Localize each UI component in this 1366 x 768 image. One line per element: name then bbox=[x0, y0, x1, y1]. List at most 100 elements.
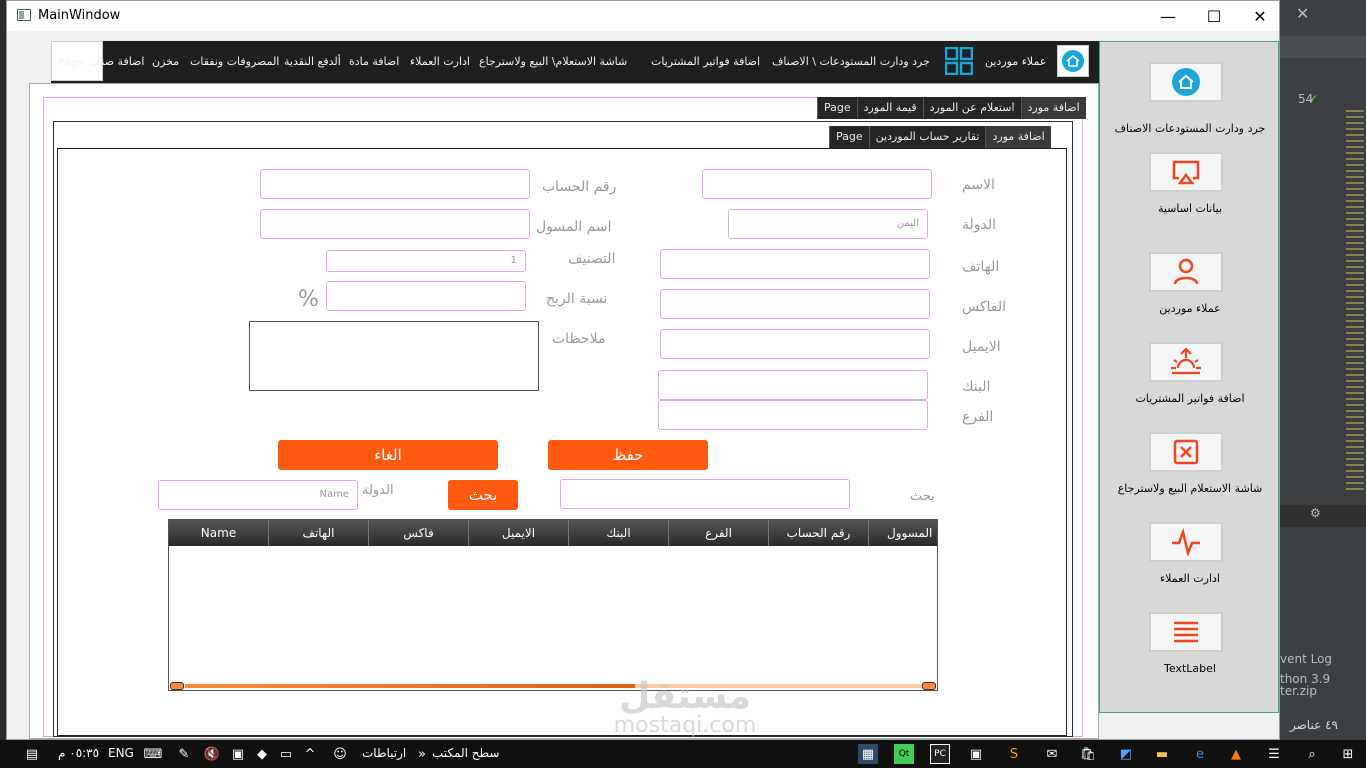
event-log-label[interactable]: vent Log bbox=[1280, 652, 1332, 666]
ide-scrollbar[interactable] bbox=[1346, 110, 1364, 490]
language-indicator[interactable]: ENG bbox=[108, 746, 134, 760]
home-button[interactable] bbox=[1057, 45, 1089, 77]
keyboard-icon[interactable]: ⌨ bbox=[143, 744, 163, 764]
task-view-icon[interactable]: ☰ bbox=[1264, 744, 1284, 764]
chevron-up-icon[interactable]: ^ bbox=[300, 744, 320, 764]
menu-add-material[interactable]: اضافة مادة bbox=[349, 55, 399, 68]
close-button[interactable]: ✕ bbox=[1237, 1, 1283, 31]
security-icon[interactable]: ◆ bbox=[252, 744, 272, 764]
outer-tab-supplier-inquiry[interactable]: استعلام عن المورد bbox=[922, 97, 1021, 119]
outer-tab-page[interactable]: Page bbox=[817, 97, 857, 119]
name-input[interactable] bbox=[702, 169, 932, 199]
battery-icon[interactable]: ▭ bbox=[276, 744, 296, 764]
phone-input[interactable] bbox=[660, 249, 930, 279]
notes-textarea[interactable] bbox=[249, 321, 539, 391]
column-header-account[interactable]: رقم الحساب bbox=[769, 520, 869, 546]
column-header-phone[interactable]: الهاتف bbox=[269, 520, 369, 546]
inner-tab-page[interactable]: Page bbox=[829, 126, 869, 148]
store-icon[interactable]: 🛍 bbox=[1078, 744, 1098, 764]
profit-ratio-input[interactable] bbox=[326, 281, 526, 311]
column-header-fax[interactable]: فاكس bbox=[369, 520, 469, 546]
fax-label: الفاكس bbox=[962, 299, 1007, 315]
sidebar-button-textlabel[interactable] bbox=[1149, 612, 1223, 652]
clock[interactable]: ٠٥:٣٥ م bbox=[58, 746, 99, 760]
app-icon-blue[interactable]: ◩ bbox=[1116, 744, 1136, 764]
menu-purchase-invoices[interactable]: اضافة فواتير المشتريات bbox=[651, 55, 760, 68]
sidebar-item-basic-data[interactable]: بيانات اساسية bbox=[1100, 152, 1280, 242]
menu-inventory[interactable]: جرد ودارت المستودعات \ الاصناف bbox=[772, 55, 930, 68]
pen-icon[interactable]: ✎ bbox=[174, 744, 194, 764]
branch-input[interactable] bbox=[658, 400, 928, 430]
minimize-button[interactable]: — bbox=[1145, 1, 1191, 31]
scrollbar-thumb[interactable] bbox=[185, 684, 635, 688]
sidebar-item-purchase-invoices[interactable]: اضافة فواتير المشتريات bbox=[1100, 342, 1280, 432]
sidebar-item-customers-suppliers[interactable]: عملاء موردين bbox=[1100, 252, 1280, 342]
links-toolbar[interactable]: ارتباطات bbox=[362, 746, 406, 760]
sidebar-item-customers-management[interactable]: ادارت العملاء bbox=[1100, 522, 1280, 612]
search-input[interactable] bbox=[560, 479, 850, 509]
save-button[interactable]: حفظ bbox=[548, 440, 708, 470]
search-button[interactable]: بحث bbox=[448, 480, 518, 510]
menu-inquiry-sales[interactable]: شاشة الاستعلام\ البيع ولاسترجاع bbox=[479, 55, 627, 68]
volume-muted-icon[interactable]: 🔇 bbox=[202, 744, 222, 764]
sidebar-item-textlabel[interactable]: TextLabel bbox=[1100, 612, 1280, 702]
menu-customers-suppliers[interactable]: عملاء موردين bbox=[985, 55, 1046, 68]
bank-input[interactable] bbox=[658, 370, 928, 400]
network-icon[interactable]: ▣ bbox=[228, 744, 248, 764]
grid-icon[interactable] bbox=[945, 47, 973, 75]
desktop-toolbar[interactable]: سطح المكتب bbox=[432, 746, 499, 760]
column-header-email[interactable]: الايميل bbox=[469, 520, 569, 546]
percent-sign: % bbox=[298, 287, 319, 312]
sidebar-button-customers-management[interactable] bbox=[1149, 522, 1223, 562]
windows-start-icon[interactable]: ⊞ bbox=[1338, 744, 1358, 764]
column-header-manager[interactable]: اسم المسوول bbox=[869, 520, 937, 546]
maximize-button[interactable]: ☐ bbox=[1191, 1, 1237, 31]
sidebar-button-basic-data[interactable] bbox=[1149, 152, 1223, 192]
sidebar-button-purchase-invoices[interactable] bbox=[1149, 342, 1223, 382]
notification-icon[interactable]: ▤ bbox=[22, 744, 42, 764]
cancel-button[interactable]: الغاء bbox=[278, 440, 498, 470]
inner-tab-add-supplier[interactable]: اضافة مورد bbox=[985, 126, 1051, 148]
image-viewer-icon[interactable]: ▣ bbox=[966, 744, 986, 764]
sidebar-button-inventory[interactable] bbox=[1149, 62, 1223, 102]
column-header-bank[interactable]: البنك bbox=[569, 520, 669, 546]
inner-tab-supplier-reports[interactable]: تقارير حساب الموردين bbox=[868, 126, 986, 148]
sidebar-button-inquiry-sales[interactable] bbox=[1149, 432, 1223, 472]
scroll-left-arrow[interactable] bbox=[170, 682, 184, 690]
edge-icon[interactable]: e bbox=[1190, 744, 1210, 764]
chevron-double-icon[interactable]: » bbox=[412, 744, 432, 764]
menu-cash-payment[interactable]: ألدفع النقدية bbox=[284, 55, 341, 68]
outer-tab-supplier-value[interactable]: قيمة المورد bbox=[856, 97, 923, 119]
table-horizontal-scrollbar[interactable] bbox=[169, 682, 937, 690]
gear-icon[interactable]: ⚙ bbox=[1310, 506, 1321, 520]
name-filter-input[interactable]: Name bbox=[158, 480, 358, 510]
mail-icon[interactable]: ✉ bbox=[1042, 744, 1062, 764]
search-icon[interactable]: ⌕ bbox=[1302, 744, 1322, 764]
people-icon[interactable]: ☺ bbox=[330, 744, 350, 764]
country-input[interactable]: اليمن bbox=[728, 209, 928, 239]
scroll-right-arrow[interactable] bbox=[922, 682, 936, 690]
sublime-icon[interactable]: S bbox=[1004, 744, 1024, 764]
sidebar-item-inquiry-sales[interactable]: شاشة الاستعلام البيع ولاسترجاع bbox=[1100, 432, 1280, 522]
close-icon[interactable]: ✕ bbox=[1296, 4, 1309, 23]
email-input[interactable] bbox=[660, 329, 930, 359]
vlc-icon[interactable]: ▲ bbox=[1226, 744, 1246, 764]
qt-app-icon[interactable]: Qt bbox=[894, 744, 914, 764]
menu-expenses[interactable]: المصروفات ونفقات bbox=[190, 55, 279, 68]
menu-warehouse[interactable]: مخزن bbox=[152, 55, 179, 68]
category-spinbox[interactable]: 1 bbox=[326, 250, 526, 272]
fax-input[interactable] bbox=[660, 289, 930, 319]
manager-name-input[interactable] bbox=[260, 209, 530, 239]
menu-add-item[interactable]: اضافة صنف bbox=[90, 55, 144, 68]
window-title: MainWindow bbox=[38, 8, 121, 23]
file-explorer-icon[interactable]: ▬ bbox=[1152, 744, 1172, 764]
qt-designer-icon[interactable]: ▦ bbox=[858, 744, 878, 764]
menu-customers-management[interactable]: ادارت العملاء bbox=[410, 55, 470, 68]
pycharm-icon[interactable]: PC bbox=[930, 744, 950, 764]
column-header-branch[interactable]: الفرع bbox=[669, 520, 769, 546]
sidebar-item-inventory[interactable]: جرد ودارت المستودعات الاصناف bbox=[1100, 62, 1280, 152]
account-number-input[interactable] bbox=[260, 169, 530, 199]
sidebar-button-customers-suppliers[interactable] bbox=[1149, 252, 1223, 292]
outer-tab-add-supplier[interactable]: اضافة مورد bbox=[1020, 97, 1086, 119]
column-header-name[interactable]: Name bbox=[169, 520, 269, 546]
